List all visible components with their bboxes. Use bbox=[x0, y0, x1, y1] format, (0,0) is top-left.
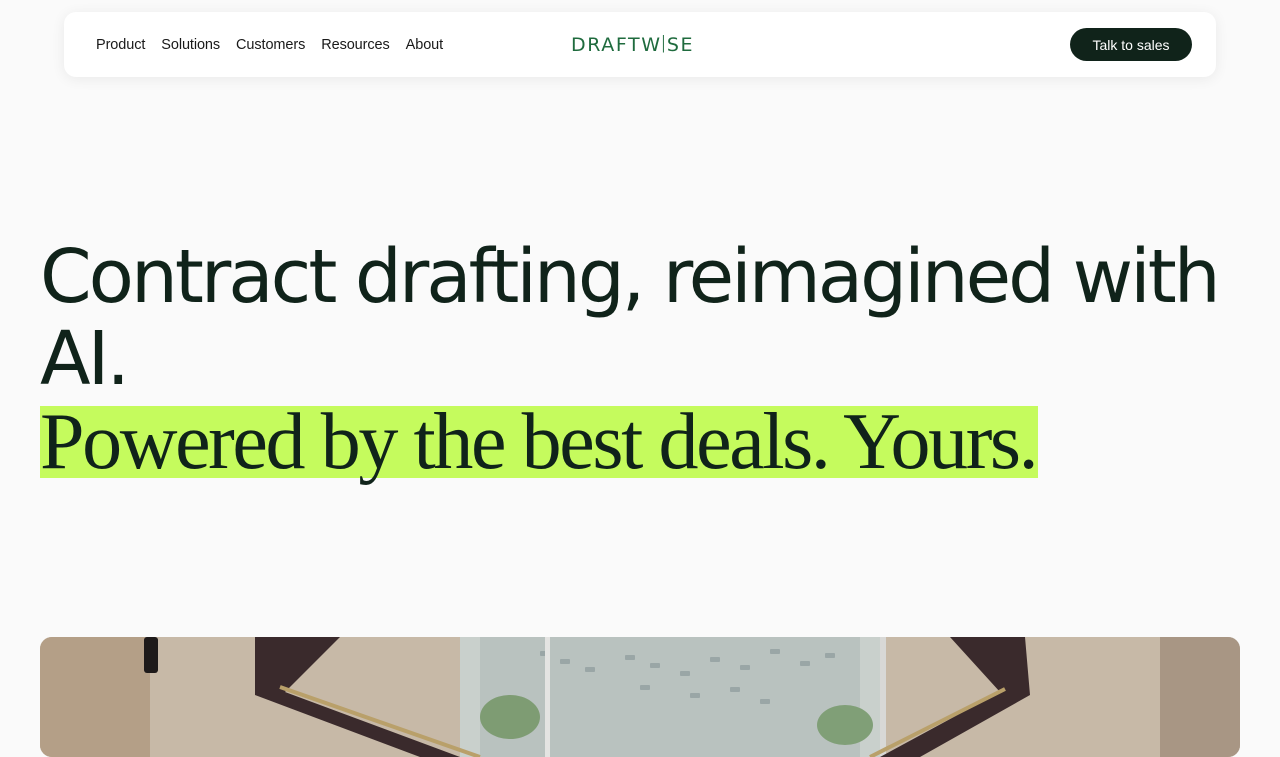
talk-to-sales-button[interactable]: Talk to sales bbox=[1070, 28, 1192, 61]
hero-subtitle-wrapper: Powered by the best deals. Yours. bbox=[40, 398, 1039, 486]
office-view-illustration bbox=[40, 637, 1240, 757]
hero-image bbox=[40, 637, 1240, 757]
nav-link-solutions[interactable]: Solutions bbox=[161, 37, 220, 53]
logo-text-right: SE bbox=[666, 33, 695, 56]
nav-link-product[interactable]: Product bbox=[96, 37, 145, 53]
nav-link-about[interactable]: About bbox=[406, 37, 444, 53]
draftwise-logo[interactable]: DRAFTW I SE bbox=[571, 12, 694, 77]
nav-link-customers[interactable]: Customers bbox=[236, 37, 305, 53]
nav-link-resources[interactable]: Resources bbox=[321, 37, 390, 53]
hero-subtitle: Powered by the best deals. Yours. bbox=[40, 398, 1039, 486]
logo-text-left: DRAFTW bbox=[571, 33, 662, 56]
hero-title: Contract drafting, reimagined with AI. bbox=[40, 234, 1221, 402]
top-navigation: Product Solutions Customers Resources Ab… bbox=[64, 12, 1216, 77]
nav-links: Product Solutions Customers Resources Ab… bbox=[96, 12, 443, 77]
logo-cursor-mark: I bbox=[660, 30, 668, 59]
